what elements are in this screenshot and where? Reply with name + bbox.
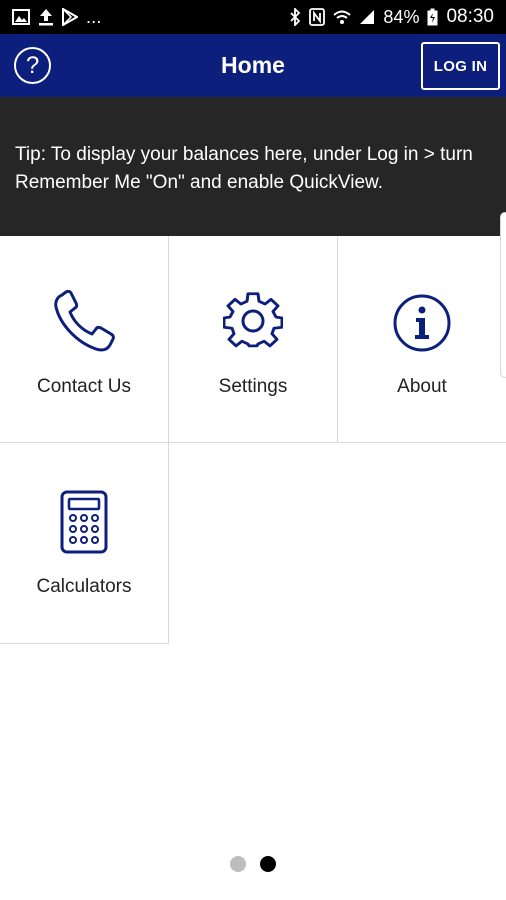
help-button[interactable]: ? (14, 47, 51, 84)
status-left: ... (12, 7, 102, 28)
tip-text: Tip: To display your balances here, unde… (15, 144, 473, 193)
tip-banner: Tip: To display your balances here, unde… (0, 97, 506, 236)
pager-dot-1[interactable] (230, 856, 246, 872)
phone-icon (52, 289, 116, 359)
battery-percent: 84% (383, 6, 420, 27)
nfc-icon (309, 7, 326, 27)
tile-label: Calculators (36, 576, 132, 597)
calculator-icon (60, 490, 108, 559)
status-bar: ... 84% 08:30 (0, 0, 506, 34)
app-bar: ? Home LOG IN (0, 34, 506, 97)
battery-icon (427, 7, 438, 27)
pager-dot-2[interactable] (260, 856, 276, 872)
login-button[interactable]: LOG IN (421, 42, 500, 90)
info-icon (392, 293, 452, 358)
tile-contact-us[interactable]: Contact Us (0, 236, 169, 443)
help-icon: ? (25, 51, 40, 79)
play-store-icon (62, 7, 78, 27)
signal-icon (359, 7, 375, 27)
tile-label: Contact Us (37, 376, 131, 397)
tile-about[interactable]: About (338, 236, 506, 443)
status-more: ... (86, 6, 102, 27)
status-right: 84% 08:30 (289, 6, 494, 28)
wifi-icon (333, 7, 352, 27)
tile-calculators[interactable]: Calculators (0, 443, 169, 644)
status-time: 08:30 (446, 6, 494, 27)
tile-settings[interactable]: Settings (169, 236, 338, 443)
tile-label: About (397, 376, 447, 397)
tile-label: Settings (218, 376, 288, 397)
gear-icon (222, 292, 284, 357)
edge-panel-handle[interactable] (500, 212, 506, 378)
upload-icon (38, 7, 54, 27)
bluetooth-icon (289, 7, 301, 27)
image-icon (12, 7, 30, 27)
